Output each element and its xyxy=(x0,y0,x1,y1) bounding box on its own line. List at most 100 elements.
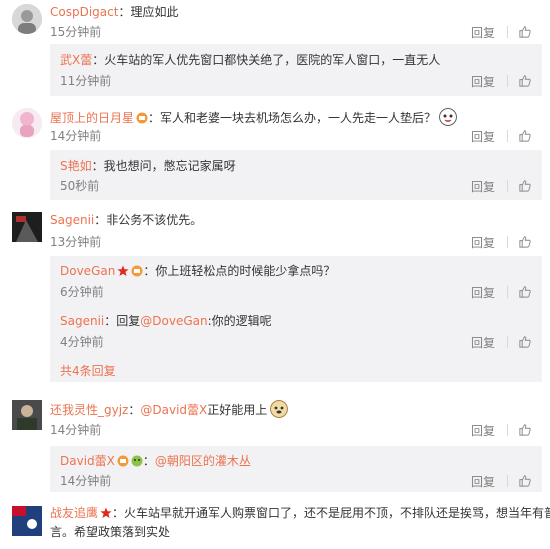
reply-time: 14分钟前 xyxy=(60,474,112,488)
reply-button[interactable]: 回复 xyxy=(471,178,495,195)
avatar-image xyxy=(12,4,42,34)
comment-username[interactable]: 还我灵性_gyjz xyxy=(50,403,128,417)
avatar[interactable] xyxy=(12,400,42,430)
reply-text: 火车站的军人优先窗口都快关绝了，医院的军人窗口，一直无人 xyxy=(104,53,441,67)
comment-text: 正好能用上 xyxy=(207,403,268,417)
thumbs-up-icon xyxy=(519,286,531,298)
more-replies-link[interactable]: 共4条回复 xyxy=(60,362,116,379)
action-divider xyxy=(507,424,508,436)
reply-button[interactable]: 回复 xyxy=(471,422,495,439)
comment-separator: ： xyxy=(148,111,161,125)
reply-username[interactable]: 武X蕾 xyxy=(60,53,92,67)
reply-actions: 回复 xyxy=(471,284,532,300)
comment-item: Sagenii：非公务不该优先。 13分钟前 回复 DoveGan ：你上班轻松点… xyxy=(0,208,550,388)
reply-box: David蕾X ：@朝阳区的灌木丛 14分钟前 回复 xyxy=(50,446,542,492)
reply-button[interactable]: 回复 xyxy=(471,334,495,351)
comment-text: 理应如此 xyxy=(130,5,179,19)
comment-time: 14分钟前 xyxy=(50,423,102,437)
mention-link[interactable]: DoveGan xyxy=(152,314,207,328)
reply-separator: ： xyxy=(104,314,117,328)
reply-actions: 回复 xyxy=(471,178,532,194)
like-button[interactable] xyxy=(518,74,532,88)
reply-separator: ： xyxy=(142,454,155,468)
thumbs-up-icon xyxy=(519,336,531,348)
reply-username[interactable]: DoveGan xyxy=(60,264,115,278)
reply-box: DoveGan ：你上班轻松点的时候能少拿点吗？ 6分钟前 回复 Sagenii：… xyxy=(50,256,542,382)
avatar-image xyxy=(12,506,42,536)
comment-item: 屋顶上的日月星 ：军人和老婆一块去机场怎么办，一人先走一人垫后？ 14分钟前 回复… xyxy=(0,104,550,200)
reply-separator: ： xyxy=(92,53,105,67)
mention-at[interactable]: @ xyxy=(140,403,152,417)
action-divider xyxy=(507,286,508,298)
reply-username[interactable]: S艳如 xyxy=(60,159,92,173)
comment-username[interactable]: CospDigact xyxy=(50,5,118,19)
mention-link[interactable]: 朝阳区的灌木丛 xyxy=(167,454,251,468)
avatar[interactable] xyxy=(12,108,42,138)
doge-emoji-icon xyxy=(439,108,458,126)
action-divider xyxy=(507,336,508,348)
reply-button[interactable]: 回复 xyxy=(471,128,495,145)
reply-button[interactable]: 回复 xyxy=(471,73,495,90)
avatar-image xyxy=(12,212,42,242)
comment-time: 15分钟前 xyxy=(50,25,102,39)
avatar[interactable] xyxy=(12,4,42,34)
comment-time: 14分钟前 xyxy=(50,129,102,143)
comment-separator: ： xyxy=(128,403,141,417)
action-divider xyxy=(507,75,508,87)
member-badge-icon xyxy=(131,265,143,277)
reply-button[interactable]: 回复 xyxy=(471,234,495,251)
comment-separator: ： xyxy=(118,5,131,19)
thumbs-up-icon xyxy=(519,236,531,248)
comment-username[interactable]: 屋顶上的日月星 xyxy=(50,111,134,125)
reply-actions: 回复 xyxy=(471,73,532,89)
avatar[interactable] xyxy=(12,506,42,536)
action-divider xyxy=(507,180,508,192)
star-badge-icon xyxy=(100,507,112,518)
comment-item: 还我灵性_gyjz：@David蕾X正好能用上 14分钟前 回复 David蕾X… xyxy=(0,396,550,496)
like-button[interactable] xyxy=(518,179,532,193)
thumbs-up-icon xyxy=(519,75,531,87)
reply-username[interactable]: Sagenii xyxy=(60,314,104,328)
comment-separator: ： xyxy=(94,213,107,227)
comment-username[interactable]: 战友追鹰 xyxy=(50,506,98,520)
comment-text: 军人和老婆一块去机场怎么办，一人先走一人垫后？ xyxy=(160,111,437,125)
mention-link[interactable]: David蕾X xyxy=(152,403,207,417)
like-button[interactable] xyxy=(518,474,532,488)
like-button[interactable] xyxy=(518,129,532,143)
reply-box: S艳如：我也想问，憋忘记家属呀 50秒前 回复 xyxy=(50,150,542,200)
reply-actions: 回复 xyxy=(471,473,532,489)
action-divider xyxy=(507,475,508,487)
avatar-image xyxy=(12,108,42,138)
comment-time: 13分钟前 xyxy=(50,235,102,249)
action-divider xyxy=(507,236,508,248)
reply-username[interactable]: David蕾X xyxy=(60,454,115,468)
comment-actions: 回复 xyxy=(471,128,532,144)
avatar[interactable] xyxy=(12,212,42,242)
comment-item: CospDigact：理应如此 15分钟前 回复 武X蕾：火车站的军人优先窗口都… xyxy=(0,0,550,96)
thumbs-up-icon xyxy=(519,475,531,487)
thumbs-up-icon xyxy=(519,180,531,192)
like-button[interactable] xyxy=(518,235,532,249)
action-divider xyxy=(507,130,508,142)
reply-separator: ： xyxy=(143,264,156,278)
comment-separator: ： xyxy=(112,506,125,520)
like-button[interactable] xyxy=(518,285,532,299)
reply-actions: 回复 xyxy=(471,334,532,350)
comment-username[interactable]: Sagenii xyxy=(50,213,94,227)
thumbs-up-icon xyxy=(519,424,531,436)
face-emoji-icon xyxy=(131,455,143,467)
like-button[interactable] xyxy=(518,423,532,437)
like-button[interactable] xyxy=(518,335,532,349)
reply-button[interactable]: 回复 xyxy=(471,473,495,490)
comment-actions: 回复 xyxy=(471,422,532,438)
action-divider xyxy=(507,26,508,38)
mention-at[interactable]: @ xyxy=(155,454,167,468)
star-badge-icon xyxy=(117,265,129,276)
reply-time: 4分钟前 xyxy=(60,335,104,349)
reply-button[interactable]: 回复 xyxy=(471,24,495,41)
like-button[interactable] xyxy=(518,25,532,39)
reply-box: 武X蕾：火车站的军人优先窗口都快关绝了，医院的军人窗口，一直无人 11分钟前 回… xyxy=(50,44,542,96)
reply-text: 我也想问，憋忘记家属呀 xyxy=(103,159,236,173)
mention-at[interactable]: @ xyxy=(140,314,152,328)
reply-button[interactable]: 回复 xyxy=(471,284,495,301)
